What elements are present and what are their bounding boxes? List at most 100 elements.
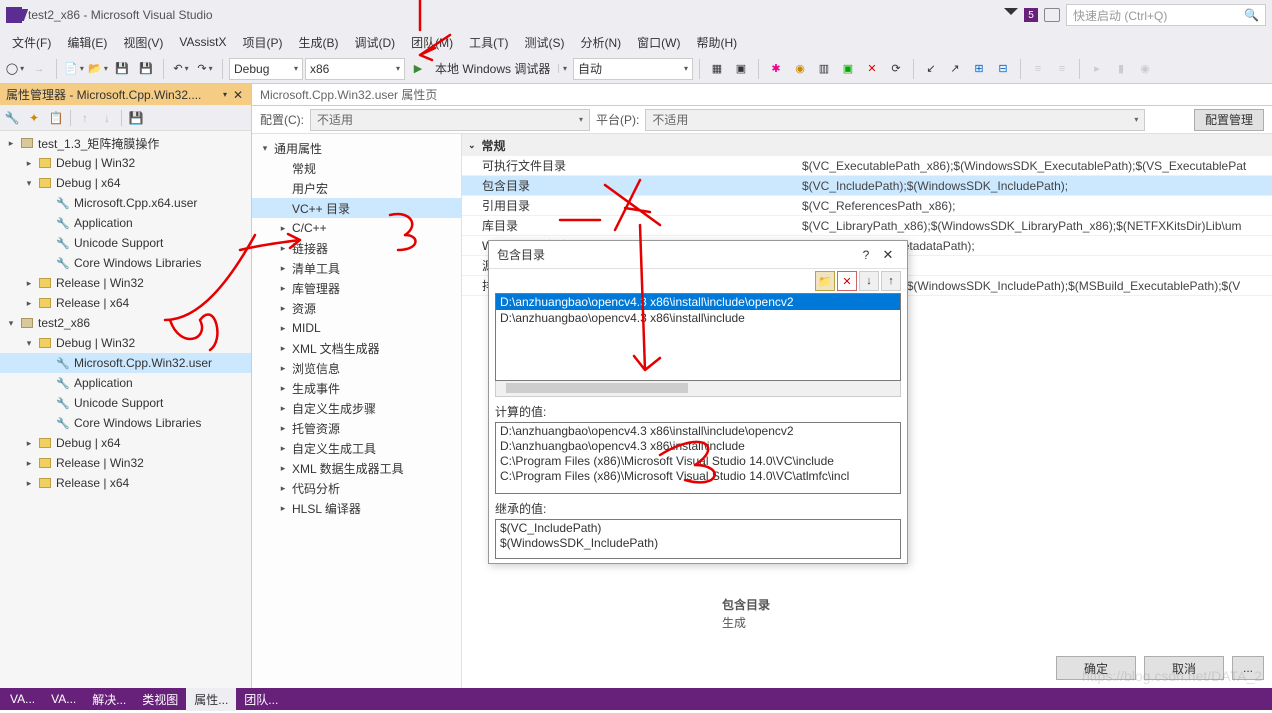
save-button[interactable]: 💾 <box>111 58 133 80</box>
config-combo[interactable]: Debug▾ <box>229 58 303 80</box>
expand-icon[interactable]: ▸ <box>24 298 34 309</box>
expand-icon[interactable]: ▸ <box>278 363 288 374</box>
tree-node[interactable]: 🔧Microsoft.Cpp.x64.user <box>0 193 251 213</box>
tree-node[interactable]: ▾Debug | Win32 <box>0 333 251 353</box>
expand-icon[interactable]: ▸ <box>24 158 34 169</box>
bottom-tab[interactable]: VA... <box>2 689 43 709</box>
property-row[interactable]: 可执行文件目录$(VC_ExecutablePath_x86);$(Window… <box>462 156 1272 176</box>
expand-icon[interactable]: ▸ <box>24 438 34 449</box>
move-down-icon[interactable]: ↓ <box>859 271 879 291</box>
up-icon[interactable]: ↑ <box>77 110 93 126</box>
tool-btn-14[interactable]: ≡ <box>1051 58 1073 80</box>
feedback-icon[interactable] <box>1044 8 1060 22</box>
menu-item[interactable]: 调试(D) <box>346 31 403 54</box>
panel-header[interactable]: 属性管理器 - Microsoft.Cpp.Win32.... ▾ ✕ <box>0 84 251 105</box>
tool-btn-4[interactable]: ◉ <box>789 58 811 80</box>
quick-launch-input[interactable]: 快速启动 (Ctrl+Q) 🔍 <box>1066 4 1266 26</box>
config-select[interactable]: 不适用▾ <box>310 109 590 131</box>
dialog-title-bar[interactable]: 包含目录 ? ✕ <box>489 241 907 269</box>
bottom-tab[interactable]: 团队... <box>236 688 286 711</box>
category-node[interactable]: ▸链接器 <box>252 238 461 258</box>
open-button[interactable]: 📂 <box>87 58 109 80</box>
expand-icon[interactable]: ▸ <box>24 478 34 489</box>
tool-btn-1[interactable]: ▦ <box>706 58 728 80</box>
category-node[interactable]: VC++ 目录 <box>252 198 461 218</box>
category-node[interactable]: ▸生成事件 <box>252 378 461 398</box>
menu-item[interactable]: 工具(T) <box>461 31 516 54</box>
notifications-badge[interactable]: 5 <box>1024 8 1038 22</box>
expand-icon[interactable]: ▸ <box>278 443 288 454</box>
new-project-button[interactable]: 📄 <box>63 58 85 80</box>
start-debug-button[interactable]: ▶ <box>407 58 429 80</box>
category-node[interactable]: 用户宏 <box>252 178 461 198</box>
new-folder-icon[interactable]: 📁 <box>815 271 835 291</box>
category-node[interactable]: ▸自定义生成步骤 <box>252 398 461 418</box>
menu-item[interactable]: 帮助(H) <box>688 31 745 54</box>
menu-item[interactable]: 团队(M) <box>403 31 461 54</box>
bottom-tab[interactable]: 类视图 <box>134 688 186 711</box>
category-node[interactable]: ▾通用属性 <box>252 138 461 158</box>
tree-node[interactable]: ▸test_1.3_矩阵掩膜操作 <box>0 133 251 153</box>
expand-icon[interactable]: ▸ <box>24 458 34 469</box>
tree-node[interactable]: 🔧Application <box>0 373 251 393</box>
property-value[interactable]: $(VC_ReferencesPath_x86); <box>802 199 1272 213</box>
down-icon[interactable]: ↓ <box>99 110 115 126</box>
platform-select[interactable]: 不适用▾ <box>645 109 1145 131</box>
save-icon[interactable]: 💾 <box>128 110 144 126</box>
tool-btn-12[interactable]: ⊟ <box>992 58 1014 80</box>
tool-btn-13[interactable]: ≡ <box>1027 58 1049 80</box>
expand-icon[interactable]: ▾ <box>24 178 34 189</box>
expand-icon[interactable]: ▸ <box>278 283 288 294</box>
expand-icon[interactable]: ▾ <box>24 338 34 349</box>
tree-node[interactable]: 🔧Core Windows Libraries <box>0 413 251 433</box>
menu-item[interactable]: 生成(B) <box>290 31 346 54</box>
tree-node[interactable]: 🔧Microsoft.Cpp.Win32.user <box>0 353 251 373</box>
tool-btn-3[interactable]: ✱ <box>765 58 787 80</box>
tree-node[interactable]: ▸Release | x64 <box>0 293 251 313</box>
menu-item[interactable]: VAssistX <box>171 32 234 52</box>
property-value[interactable]: $(VC_ExecutablePath_x86);$(WindowsSDK_Ex… <box>802 159 1272 173</box>
help-icon[interactable]: ? <box>855 248 877 262</box>
horizontal-scrollbar[interactable] <box>495 381 901 397</box>
tool-btn-11[interactable]: ⊞ <box>968 58 990 80</box>
menu-item[interactable]: 分析(N) <box>572 31 629 54</box>
undo-button[interactable]: ↶ <box>170 58 192 80</box>
property-value[interactable]: $(VC_LibraryPath_x86);$(WindowsSDK_Libra… <box>802 219 1272 233</box>
category-node[interactable]: 常规 <box>252 158 461 178</box>
category-node[interactable]: ▸C/C++ <box>252 218 461 238</box>
tool-btn-10[interactable]: ↗ <box>944 58 966 80</box>
expand-icon[interactable]: ▸ <box>278 323 288 334</box>
category-node[interactable]: ▸清单工具 <box>252 258 461 278</box>
tree-node[interactable]: 🔧Unicode Support <box>0 233 251 253</box>
category-node[interactable]: ▸MIDL <box>252 318 461 338</box>
tool-btn-5[interactable]: ▥ <box>813 58 835 80</box>
list-item[interactable]: D:\anzhuangbao\opencv4.3 x86\install\inc… <box>496 294 900 310</box>
tool-btn-9[interactable]: ↙ <box>920 58 942 80</box>
category-node[interactable]: ▸库管理器 <box>252 278 461 298</box>
category-node[interactable]: ▸浏览信息 <box>252 358 461 378</box>
chevron-down-icon[interactable]: ▾ <box>223 90 227 99</box>
menu-item[interactable]: 视图(V) <box>115 31 171 54</box>
tool-btn-6[interactable]: ▣ <box>837 58 859 80</box>
notifications-flag-icon[interactable] <box>1004 8 1018 22</box>
tool-btn-15[interactable]: ▸ <box>1086 58 1108 80</box>
expand-icon[interactable]: ▸ <box>278 223 288 234</box>
close-icon[interactable]: ✕ <box>877 246 899 264</box>
tool-btn-7[interactable]: ✕ <box>861 58 883 80</box>
expand-icon[interactable]: ▸ <box>24 278 34 289</box>
tree-node[interactable]: 🔧Application <box>0 213 251 233</box>
tool-icon[interactable]: 📋 <box>48 110 64 126</box>
menu-item[interactable]: 窗口(W) <box>629 31 688 54</box>
grid-section-header[interactable]: ⌄ 常规 <box>462 134 1272 156</box>
tree-node[interactable]: ▸Release | x64 <box>0 473 251 493</box>
tree-node[interactable]: ▾test2_x86 <box>0 313 251 333</box>
tree-node[interactable]: 🔧Unicode Support <box>0 393 251 413</box>
tree-node[interactable]: ▸Release | Win32 <box>0 273 251 293</box>
tree-node[interactable]: ▸Release | Win32 <box>0 453 251 473</box>
tree-node[interactable]: ▾Debug | x64 <box>0 173 251 193</box>
tool-btn-2[interactable]: ▣ <box>730 58 752 80</box>
save-all-button[interactable]: 💾 <box>135 58 157 80</box>
paths-listbox[interactable]: D:\anzhuangbao\opencv4.3 x86\install\inc… <box>495 293 901 381</box>
tree-node[interactable]: ▸Debug | x64 <box>0 433 251 453</box>
category-node[interactable]: ▸XML 数据生成器工具 <box>252 458 461 478</box>
